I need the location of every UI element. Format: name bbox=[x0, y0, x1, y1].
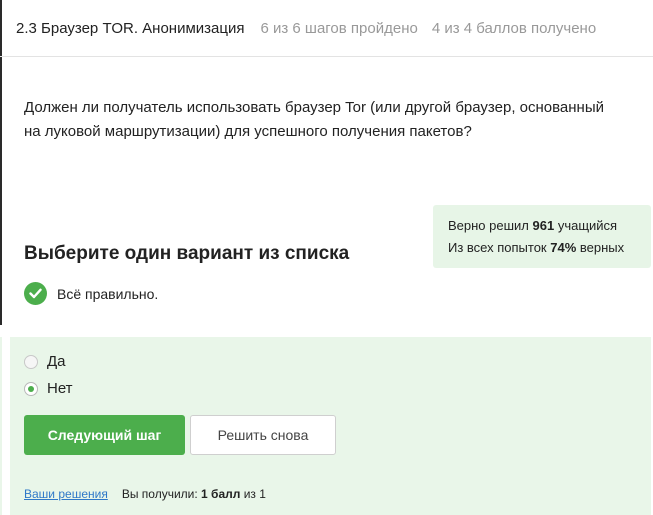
option-label: Да bbox=[47, 353, 66, 370]
steps-progress: 6 из 6 шагов пройдено bbox=[260, 19, 418, 37]
panel-edge bbox=[0, 337, 2, 515]
radio-dot bbox=[28, 385, 34, 392]
choose-title: Выберите один вариант из списка bbox=[24, 243, 350, 264]
stats-attempts-prefix: Из всех попыток bbox=[448, 240, 551, 255]
score-text: Вы получили: 1 балл из 1 bbox=[122, 487, 266, 501]
lesson-title[interactable]: 2.3 Браузер TOR. Анонимизация bbox=[16, 20, 244, 37]
lesson-header: 2.3 Браузер TOR. Анонимизация 6 из 6 шаг… bbox=[0, 0, 653, 57]
score-suffix: из 1 bbox=[240, 487, 266, 501]
check-circle-icon bbox=[24, 282, 47, 305]
next-step-button[interactable]: Следующий шаг bbox=[24, 415, 185, 455]
stats-solved: Верно решил 961 учащийся bbox=[448, 215, 651, 237]
stats-solved-prefix: Верно решил bbox=[448, 218, 533, 233]
points-progress: 4 из 4 баллов получено bbox=[431, 19, 597, 37]
result-row: Всё правильно. bbox=[24, 282, 158, 305]
your-solutions-link[interactable]: Ваши решения bbox=[24, 487, 108, 501]
stats-attempts-percent: 74% bbox=[550, 240, 577, 255]
radio-unchecked[interactable] bbox=[24, 354, 38, 369]
result-text: Всё правильно. bbox=[57, 285, 159, 302]
stats-attempts: Из всех попыток 74% верных bbox=[448, 237, 651, 259]
option-da[interactable]: Да bbox=[24, 353, 66, 370]
question-text: Должен ли получатель использовать браузе… bbox=[24, 99, 604, 140]
stats-box: Верно решил 961 учащийся Из всех попыток… bbox=[433, 205, 651, 268]
stats-solved-suffix: учащийся bbox=[554, 218, 618, 233]
option-net[interactable]: Нет bbox=[24, 380, 73, 397]
score-prefix: Вы получили: bbox=[121, 487, 202, 501]
score-value: 1 балл bbox=[201, 487, 241, 501]
retry-button[interactable]: Решить снова bbox=[190, 415, 336, 455]
stats-solved-count: 961 bbox=[532, 218, 555, 233]
footer: Ваши решения Вы получили: 1 балл из 1 bbox=[24, 487, 266, 501]
stats-attempts-suffix: верных bbox=[576, 240, 625, 255]
answer-panel: Да Нет Следующий шаг Решить снова Ваши р… bbox=[10, 337, 651, 515]
option-label: Нет bbox=[47, 380, 73, 397]
radio-checked[interactable] bbox=[24, 381, 38, 396]
